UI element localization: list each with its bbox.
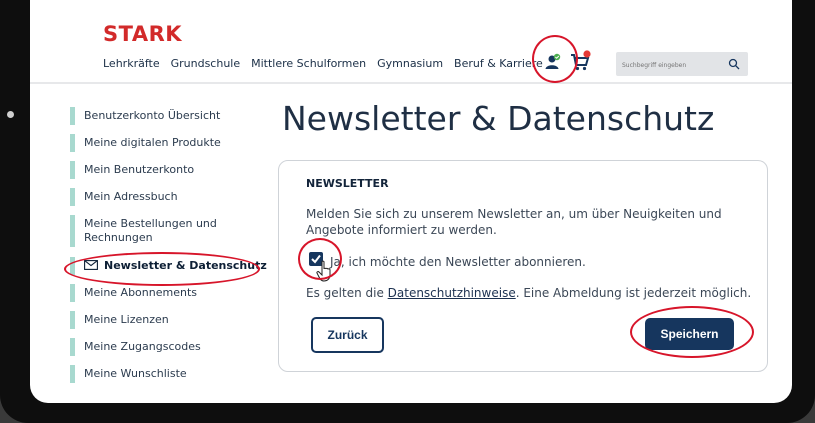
- nav-grundschule[interactable]: Grundschule: [171, 57, 241, 70]
- sidebar-item-wishlist[interactable]: Meine Wunschliste: [70, 365, 270, 383]
- cart-icon[interactable]: [570, 50, 592, 72]
- sidebar-item-subscriptions[interactable]: Meine Abonnements: [70, 284, 270, 302]
- privacy-notice: Es gelten die Datenschutzhinweise. Eine …: [306, 286, 751, 300]
- account-sidebar: Benutzerkonto Übersicht Meine digitalen …: [70, 104, 270, 383]
- user-account-icon[interactable]: [544, 53, 562, 71]
- newsletter-heading: NEWSLETTER: [306, 177, 389, 190]
- tablet-frame: STARK Lehrkräfte Grundschule Mittlere Sc…: [0, 0, 815, 423]
- search-box: [616, 52, 748, 78]
- sidebar-item-orders-invoices[interactable]: Meine Bestellungen und Rechnungen: [70, 215, 234, 247]
- sidebar-item-label: Newsletter & Datenschutz: [104, 259, 267, 272]
- nav-lehrkraefte[interactable]: Lehrkräfte: [103, 57, 160, 70]
- sidebar-item-access-codes[interactable]: Meine Zugangscodes: [70, 338, 270, 356]
- search-input[interactable]: [616, 53, 724, 78]
- main-nav: Lehrkräfte Grundschule Mittlere Schulfor…: [103, 57, 543, 70]
- checkbox-label[interactable]: Ja, ich möchte den Newsletter abonnieren…: [330, 255, 586, 269]
- sidebar-item-digital-products[interactable]: Meine digitalen Produkte: [70, 134, 270, 152]
- sidebar-item-newsletter-privacy[interactable]: Newsletter & Datenschutz: [70, 257, 270, 275]
- sidebar-item-user-account[interactable]: Mein Benutzerkonto: [70, 161, 270, 179]
- sidebar-item-account-overview[interactable]: Benutzerkonto Übersicht: [70, 107, 270, 125]
- nav-beruf-karriere[interactable]: Beruf & Karriere: [454, 57, 543, 70]
- privacy-suffix: . Eine Abmeldung ist jederzeit möglich.: [515, 286, 752, 300]
- envelope-icon: [84, 260, 98, 270]
- save-button[interactable]: Speichern: [645, 318, 734, 350]
- search-icon[interactable]: [728, 58, 740, 70]
- sidebar-item-licenses[interactable]: Meine Lizenzen: [70, 311, 270, 329]
- privacy-prefix: Es gelten die: [306, 286, 388, 300]
- nav-gymnasium[interactable]: Gymnasium: [377, 57, 443, 70]
- privacy-link[interactable]: Datenschutzhinweise: [388, 286, 516, 300]
- camera-dot: [7, 111, 14, 118]
- site-header: STARK Lehrkräfte Grundschule Mittlere Sc…: [30, 0, 792, 84]
- sidebar-item-address-book[interactable]: Mein Adressbuch: [70, 188, 270, 206]
- page-title: Newsletter & Datenschutz: [282, 99, 715, 138]
- screen: STARK Lehrkräfte Grundschule Mittlere Sc…: [30, 0, 792, 403]
- back-button[interactable]: Zurück: [311, 317, 384, 353]
- stark-logo[interactable]: STARK: [103, 22, 182, 46]
- nav-mittlere-schulformen[interactable]: Mittlere Schulformen: [251, 57, 366, 70]
- newsletter-intro: Melden Sie sich zu unserem Newsletter an…: [306, 207, 722, 237]
